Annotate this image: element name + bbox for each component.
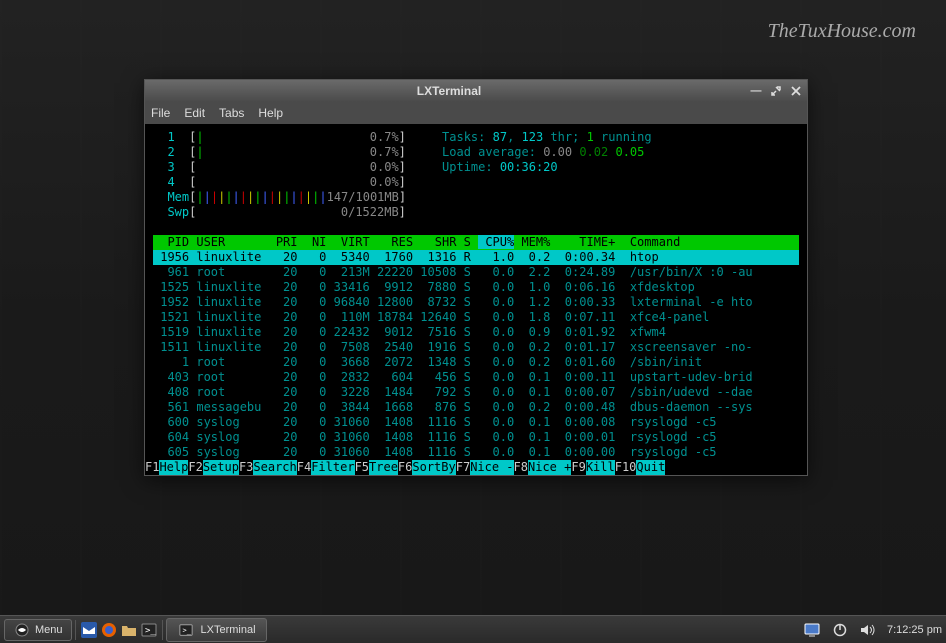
- launcher-firefox[interactable]: [99, 620, 119, 640]
- close-button[interactable]: [789, 84, 803, 98]
- menu-icon: [13, 621, 31, 639]
- clock[interactable]: 7:12:25 pm: [887, 624, 942, 636]
- terminal-window: LXTerminal — File Edit Tabs Help 1 [| 0.…: [144, 79, 808, 476]
- process-row[interactable]: 605 syslog 20 0 31060 1408 1116 S 0.0 0.…: [153, 445, 799, 460]
- fkey-F8[interactable]: F8Nice +: [514, 460, 572, 475]
- menu-label: Menu: [35, 624, 63, 636]
- menu-edit[interactable]: Edit: [184, 106, 205, 120]
- menu-file[interactable]: File: [151, 106, 170, 120]
- power-tray-icon[interactable]: [831, 621, 849, 639]
- svg-text:>_: >_: [145, 626, 156, 636]
- window-title: LXTerminal: [149, 84, 749, 98]
- fkey-F6[interactable]: F6SortBy: [398, 460, 456, 475]
- launcher-thunderbird[interactable]: [79, 620, 99, 640]
- process-row[interactable]: 408 root 20 0 3228 1484 792 S 0.0 0.1 0:…: [153, 385, 799, 400]
- minimize-button[interactable]: —: [749, 84, 763, 98]
- watermark: TheTuxHouse.com: [768, 20, 916, 43]
- terminal-content[interactable]: 1 [| 0.7%] Tasks: 87, 123 thr; 1 running…: [145, 124, 807, 475]
- process-row[interactable]: 1519 linuxlite 20 0 22432 9012 7516 S 0.…: [153, 325, 799, 340]
- titlebar[interactable]: LXTerminal —: [145, 80, 807, 102]
- process-row[interactable]: 1 root 20 0 3668 2072 1348 S 0.0 0.2 0:0…: [153, 355, 799, 370]
- fkey-F1[interactable]: F1Help: [145, 460, 188, 475]
- taskbar-task-lxterminal[interactable]: >_ LXTerminal: [166, 618, 267, 642]
- process-row[interactable]: 1525 linuxlite 20 0 33416 9912 7880 S 0.…: [153, 280, 799, 295]
- fkey-F5[interactable]: F5Tree: [355, 460, 398, 475]
- task-label: LXTerminal: [201, 624, 256, 636]
- desktop: TheTuxHouse.com LXTerminal — File Edit T…: [0, 0, 946, 643]
- process-row[interactable]: 1952 linuxlite 20 0 96840 12800 8732 S 0…: [153, 295, 799, 310]
- fkey-F9[interactable]: F9Kill: [571, 460, 614, 475]
- fkey-F2[interactable]: F2Setup: [188, 460, 239, 475]
- volume-tray-icon[interactable]: [859, 621, 877, 639]
- fkey-F7[interactable]: F7Nice -: [456, 460, 514, 475]
- launcher-terminal[interactable]: >_: [139, 620, 159, 640]
- process-row[interactable]: 961 root 20 0 213M 22220 10508 S 0.0 2.2…: [153, 265, 799, 280]
- launcher-files[interactable]: [119, 620, 139, 640]
- process-row[interactable]: 1521 linuxlite 20 0 110M 18784 12640 S 0…: [153, 310, 799, 325]
- menu-help[interactable]: Help: [258, 106, 283, 120]
- process-row-selected[interactable]: 1956 linuxlite 20 0 5340 1760 1316 R 1.0…: [153, 250, 799, 265]
- maximize-button[interactable]: [769, 84, 783, 98]
- display-tray-icon[interactable]: [803, 621, 821, 639]
- process-row[interactable]: 604 syslog 20 0 31060 1408 1116 S 0.0 0.…: [153, 430, 799, 445]
- process-row[interactable]: 1511 linuxlite 20 0 7508 2540 1916 S 0.0…: [153, 340, 799, 355]
- fkey-F3[interactable]: F3Search: [239, 460, 297, 475]
- menubar: File Edit Tabs Help: [145, 102, 807, 124]
- process-header[interactable]: PID USER PRI NI VIRT RES SHR S CPU% MEM%…: [153, 235, 799, 250]
- process-row[interactable]: 403 root 20 0 2832 604 456 S 0.0 0.1 0:0…: [153, 370, 799, 385]
- start-menu-button[interactable]: Menu: [4, 619, 72, 641]
- process-row[interactable]: 561 messagebu 20 0 3844 1668 876 S 0.0 0…: [153, 400, 799, 415]
- fkey-F10[interactable]: F10Quit: [615, 460, 666, 475]
- terminal-icon: >_: [177, 621, 195, 639]
- function-keys: F1Help F2Setup F3SearchF4FilterF5Tree F6…: [145, 460, 807, 475]
- taskbar: Menu >_ >_ LXTerminal 7:12:25 pm: [0, 615, 946, 643]
- fkey-F4[interactable]: F4Filter: [297, 460, 355, 475]
- svg-text:>_: >_: [182, 626, 191, 634]
- menu-tabs[interactable]: Tabs: [219, 106, 244, 120]
- process-row[interactable]: 600 syslog 20 0 31060 1408 1116 S 0.0 0.…: [153, 415, 799, 430]
